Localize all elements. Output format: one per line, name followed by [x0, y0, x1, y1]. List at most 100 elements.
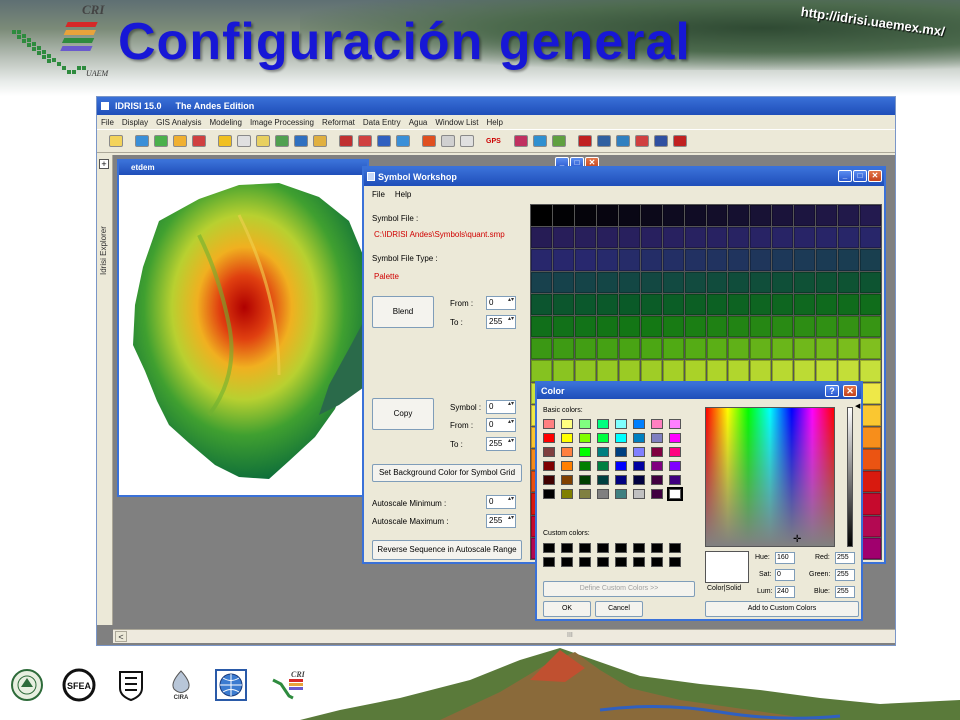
- cancel-button[interactable]: Cancel: [595, 601, 643, 617]
- symbol-cell[interactable]: [684, 227, 706, 249]
- blend-button[interactable]: Blend: [372, 296, 434, 328]
- basic-color-swatch[interactable]: [579, 489, 591, 499]
- custom-color-swatch[interactable]: [669, 557, 681, 567]
- symbol-cell[interactable]: [618, 249, 640, 271]
- symbol-cell[interactable]: [574, 271, 596, 293]
- copy-to-stepper[interactable]: 255: [486, 437, 516, 451]
- sw-menu-file[interactable]: File: [372, 190, 385, 199]
- symbol-cell[interactable]: [794, 338, 816, 360]
- symbol-cell[interactable]: [552, 360, 574, 382]
- basic-color-swatch[interactable]: [561, 433, 573, 443]
- basic-color-swatch[interactable]: [579, 461, 591, 471]
- basic-color-swatch[interactable]: [615, 447, 627, 457]
- symbol-cell[interactable]: [552, 338, 574, 360]
- basic-color-swatch[interactable]: [561, 419, 573, 429]
- custom-color-swatch[interactable]: [543, 543, 555, 553]
- table-icon[interactable]: [597, 135, 611, 147]
- autoscale-min-stepper[interactable]: 0: [486, 495, 516, 509]
- menu-gis-analysis[interactable]: GIS Analysis: [156, 118, 201, 127]
- open-icon[interactable]: [109, 135, 123, 147]
- symbol-cell[interactable]: [618, 271, 640, 293]
- symbol-cell[interactable]: [706, 360, 728, 382]
- symbol-cell[interactable]: [750, 360, 772, 382]
- menu-image-processing[interactable]: Image Processing: [250, 118, 314, 127]
- menu-window-list[interactable]: Window List: [435, 118, 478, 127]
- basic-color-swatch[interactable]: [669, 475, 681, 485]
- symbol-cell[interactable]: [728, 271, 750, 293]
- symbol-cell[interactable]: [552, 293, 574, 315]
- legend-icon[interactable]: [275, 135, 289, 147]
- palette-icon[interactable]: [218, 135, 232, 147]
- close-icon[interactable]: ✕: [868, 170, 882, 182]
- series-icon[interactable]: [237, 135, 251, 147]
- symbol-cell[interactable]: [772, 205, 794, 227]
- display-icon[interactable]: [135, 135, 149, 147]
- symbol-cell[interactable]: [640, 293, 662, 315]
- symbol-cell[interactable]: [706, 227, 728, 249]
- luminance-arrow-icon[interactable]: ◀: [855, 403, 860, 410]
- symbol-cell[interactable]: [640, 338, 662, 360]
- symbol-cell[interactable]: [662, 360, 684, 382]
- idrisi-explorer-panel[interactable]: + Idrisi Explorer: [97, 155, 113, 625]
- ok-button[interactable]: OK: [543, 601, 591, 617]
- target-icon[interactable]: [396, 135, 410, 147]
- basic-color-swatch[interactable]: [633, 475, 645, 485]
- basic-color-swatch[interactable]: [651, 447, 663, 457]
- symbol-icon[interactable]: [673, 135, 687, 147]
- symbol-cell[interactable]: [640, 249, 662, 271]
- basic-color-swatch[interactable]: [561, 475, 573, 485]
- symbol-cell[interactable]: [860, 315, 881, 338]
- symbol-cell[interactable]: [728, 315, 750, 338]
- symbol-cell[interactable]: [531, 360, 552, 382]
- symbol-cell[interactable]: [838, 293, 860, 315]
- basic-color-swatch[interactable]: [651, 475, 663, 485]
- custom-color-swatch[interactable]: [579, 543, 591, 553]
- crosshair-icon[interactable]: ✛: [793, 535, 801, 545]
- basic-color-swatch[interactable]: [615, 419, 627, 429]
- symbol-cell[interactable]: [750, 227, 772, 249]
- symbol-cell[interactable]: [728, 293, 750, 315]
- layer-icon[interactable]: [192, 135, 206, 147]
- symbol-cell[interactable]: [684, 293, 706, 315]
- basic-color-swatch[interactable]: [543, 475, 555, 485]
- symbol-cell[interactable]: [574, 360, 596, 382]
- symbol-cell[interactable]: [574, 205, 596, 227]
- symbol-cell[interactable]: [772, 249, 794, 271]
- reverse-sequence-button[interactable]: Reverse Sequence in Autoscale Range: [372, 540, 522, 560]
- basic-color-swatch[interactable]: [579, 433, 591, 443]
- menu-agua[interactable]: Agua: [409, 118, 428, 127]
- basic-color-swatch[interactable]: [597, 475, 609, 485]
- blend-from-stepper[interactable]: 0: [486, 296, 516, 310]
- custom-color-swatch[interactable]: [651, 543, 663, 553]
- symbol-cell[interactable]: [662, 315, 684, 338]
- symbol-cell[interactable]: [596, 293, 618, 315]
- crosshair-icon[interactable]: [422, 135, 436, 147]
- basic-color-swatch[interactable]: [597, 489, 609, 499]
- histogram-icon[interactable]: [294, 135, 308, 147]
- custom-color-swatch[interactable]: [615, 557, 627, 567]
- basic-color-swatch[interactable]: [579, 475, 591, 485]
- list-icon[interactable]: [654, 135, 668, 147]
- hue-field[interactable]: 160: [775, 552, 795, 564]
- symbol-cell[interactable]: [860, 382, 881, 404]
- basic-color-swatch[interactable]: [543, 419, 555, 429]
- symbol-cell[interactable]: [596, 249, 618, 271]
- symbol-cell[interactable]: [531, 315, 552, 338]
- basic-color-swatch[interactable]: [633, 447, 645, 457]
- basic-color-swatch[interactable]: [579, 419, 591, 429]
- symbol-cell[interactable]: [860, 426, 881, 449]
- symbol-cell[interactable]: [574, 293, 596, 315]
- symbol-cell[interactable]: [531, 205, 552, 227]
- symbol-cell[interactable]: [531, 227, 552, 249]
- symbol-cell[interactable]: [860, 293, 881, 315]
- symbol-cell[interactable]: [662, 205, 684, 227]
- basic-color-swatch[interactable]: [633, 461, 645, 471]
- symbol-cell[interactable]: [728, 249, 750, 271]
- symbol-cell[interactable]: [860, 227, 881, 249]
- basic-color-swatch[interactable]: [669, 433, 681, 443]
- symbol-cell[interactable]: [750, 249, 772, 271]
- custom-color-swatch[interactable]: [561, 543, 573, 553]
- menu-file[interactable]: File: [101, 118, 114, 127]
- menu-modeling[interactable]: Modeling: [209, 118, 241, 127]
- symbol-cell[interactable]: [750, 205, 772, 227]
